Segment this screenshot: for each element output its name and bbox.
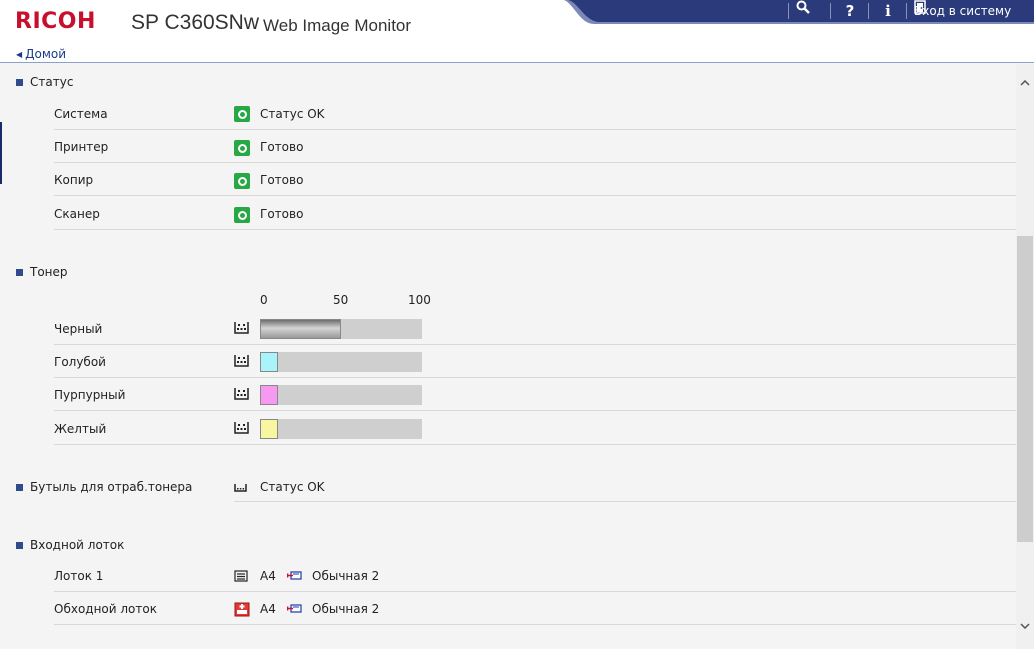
scale-label-50: 50 (333, 293, 349, 307)
model-name: SP C360SNw (131, 11, 260, 34)
toner-icon (234, 388, 249, 400)
status-ok-icon (234, 106, 250, 122)
status-ok-icon (234, 207, 250, 223)
paper-size: A4 (260, 569, 276, 583)
toner-section-title: Тонер (16, 265, 68, 279)
section-title-text: Тонер (30, 265, 68, 279)
header: RICOH SP C360SNw Web Image Monitor ? i В… (0, 0, 1034, 46)
top-toolbar: ? i Вход в систему (564, 0, 1034, 24)
toner-label: Желтый (54, 422, 107, 436)
help-icon: ? (845, 2, 855, 20)
chevron-up-icon (1020, 80, 1030, 86)
toner-level-fill (260, 419, 278, 439)
scale-label-0: 0 (260, 293, 268, 307)
tray-section-title: Входной лоток (16, 538, 124, 552)
breadcrumb: ◀ Домой (0, 46, 1034, 63)
scroll-down-button[interactable] (1016, 617, 1034, 635)
toner-level-fill (260, 352, 278, 372)
home-link[interactable]: ◀ Домой (16, 47, 66, 61)
status-label: Сканер (54, 207, 100, 221)
search-icon (796, 0, 810, 14)
paper-size: A4 (260, 602, 276, 616)
brand-logo: RICOH (15, 9, 96, 34)
toner-label: Черный (54, 322, 103, 336)
status-label: Принтер (54, 140, 109, 154)
paper-type: Обычная 2 (312, 569, 380, 583)
status-section-title: Статус (16, 75, 73, 89)
main-content: Статус Система Статус OK Принтер Готово … (0, 64, 1016, 649)
bypass-tray-icon (234, 602, 250, 617)
chevron-down-icon (1020, 623, 1030, 629)
bullet-square-icon (16, 78, 23, 86)
status-value: Готово (260, 207, 304, 221)
toner-row: Голубой (54, 345, 1016, 378)
status-value: Готово (260, 140, 304, 154)
paper-type: Обычная 2 (312, 602, 380, 616)
tray-label: Обходной лоток (54, 602, 157, 616)
toner-row: Черный (54, 312, 1016, 345)
door-icon (914, 0, 926, 14)
toolbar-separator (868, 3, 869, 19)
status-row: Система Статус OK (54, 96, 1016, 130)
toner-icon (234, 422, 249, 434)
waste-bottle-icon (234, 484, 247, 492)
toner-icon (234, 355, 249, 367)
search-button[interactable] (796, 0, 824, 22)
status-label: Копир (54, 173, 94, 187)
arrow-left-icon: ◀ (16, 49, 23, 59)
bullet-square-icon (16, 483, 23, 491)
waste-section-title: Бутыль для отраб.тонера (16, 480, 192, 494)
toner-level-fill (260, 319, 341, 339)
section-title-text: Входной лоток (30, 538, 125, 552)
login-label: Вход в систему (914, 4, 1012, 18)
status-row: Копир Готово (54, 163, 1016, 196)
vertical-scrollbar[interactable] (1016, 64, 1034, 649)
toner-row: Желтый (54, 411, 1016, 445)
toner-icon (234, 322, 249, 334)
waste-row: Статус OK (234, 468, 1016, 502)
section-title-text: Бутыль для отраб.тонера (30, 480, 193, 494)
toner-level-bar (260, 419, 422, 439)
app-title: Web Image Monitor (263, 16, 412, 35)
tray-icon (234, 570, 248, 582)
toner-level-bar (260, 352, 422, 372)
paper-type-icon (287, 571, 302, 580)
status-row: Принтер Готово (54, 130, 1016, 163)
info-icon: i (885, 2, 891, 20)
toner-label: Пурпурный (54, 388, 126, 402)
status-value: Готово (260, 173, 304, 187)
toolbar-separator (906, 3, 907, 19)
scroll-thumb[interactable] (1017, 236, 1033, 542)
home-label: Домой (25, 47, 67, 61)
toner-level-fill (260, 385, 278, 405)
waste-status-value: Статус OK (260, 480, 325, 494)
tray-row: Обходной лоток A4 Обычная 2 (54, 592, 1016, 625)
help-button[interactable]: ? (838, 0, 862, 22)
tray-label: Лоток 1 (54, 569, 104, 583)
toner-level-bar (260, 385, 422, 405)
status-ok-icon (234, 140, 250, 156)
tray-row: Лоток 1 A4 Обычная 2 (54, 559, 1016, 592)
login-button[interactable]: Вход в систему (914, 0, 1011, 22)
bullet-square-icon (16, 541, 23, 549)
status-ok-icon (234, 173, 250, 189)
status-label: Система (54, 107, 108, 121)
toolbar-separator (830, 3, 831, 19)
toolbar-separator (788, 3, 789, 19)
scale-label-100: 100 (408, 293, 431, 307)
scroll-up-button[interactable] (1016, 74, 1034, 92)
paper-type-icon (287, 604, 302, 613)
toner-level-bar (260, 319, 422, 339)
status-row: Сканер Готово (54, 196, 1016, 230)
toner-label: Голубой (54, 355, 106, 369)
status-value: Статус OK (260, 107, 325, 121)
info-button[interactable]: i (876, 0, 900, 22)
section-title-text: Статус (30, 75, 74, 89)
bullet-square-icon (16, 268, 23, 276)
toner-row: Пурпурный (54, 378, 1016, 411)
